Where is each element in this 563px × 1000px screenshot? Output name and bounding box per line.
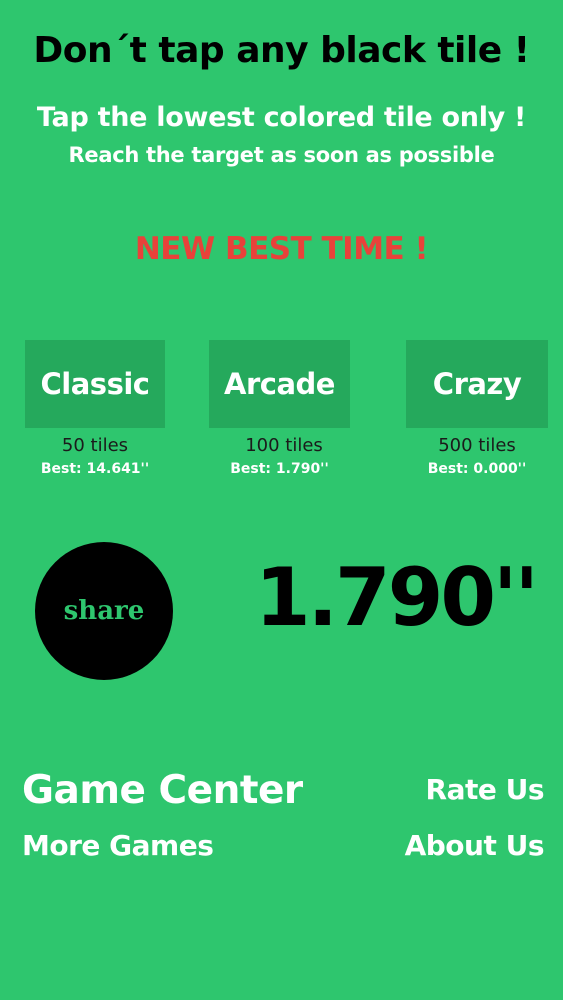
arcade-tiles-count: 100 tiles <box>245 435 323 456</box>
crazy-tiles-count: 500 tiles <box>438 435 516 456</box>
share-button[interactable]: share <box>35 542 173 680</box>
goal-text: Reach the target as soon as possible <box>68 143 495 167</box>
instruction-text: Tap the lowest colored tile only ! <box>36 102 527 133</box>
classic-mode-button[interactable]: Classic <box>25 340 165 428</box>
crazy-best-time: Best: 0.000'' <box>427 461 527 477</box>
crazy-mode-button[interactable]: Crazy <box>406 340 548 428</box>
game-menu-screen: Don´t tap any black tile ! Tap the lowes… <box>0 0 563 1000</box>
more-games-link[interactable]: More Games <box>22 829 214 862</box>
arcade-mode-button[interactable]: Arcade <box>209 340 350 428</box>
about-us-link[interactable]: About Us <box>405 829 545 862</box>
classic-tiles-count: 50 tiles <box>61 435 129 456</box>
classic-best-time: Best: 14.641'' <box>40 461 150 477</box>
game-center-link[interactable]: Game Center <box>22 768 303 813</box>
new-best-banner: NEW BEST TIME ! <box>134 231 429 267</box>
game-title: Don´t tap any black tile ! <box>33 30 530 71</box>
result-time: 1.790'' <box>254 551 539 644</box>
rate-us-link[interactable]: Rate Us <box>426 773 545 806</box>
arcade-best-time: Best: 1.790'' <box>230 461 329 477</box>
